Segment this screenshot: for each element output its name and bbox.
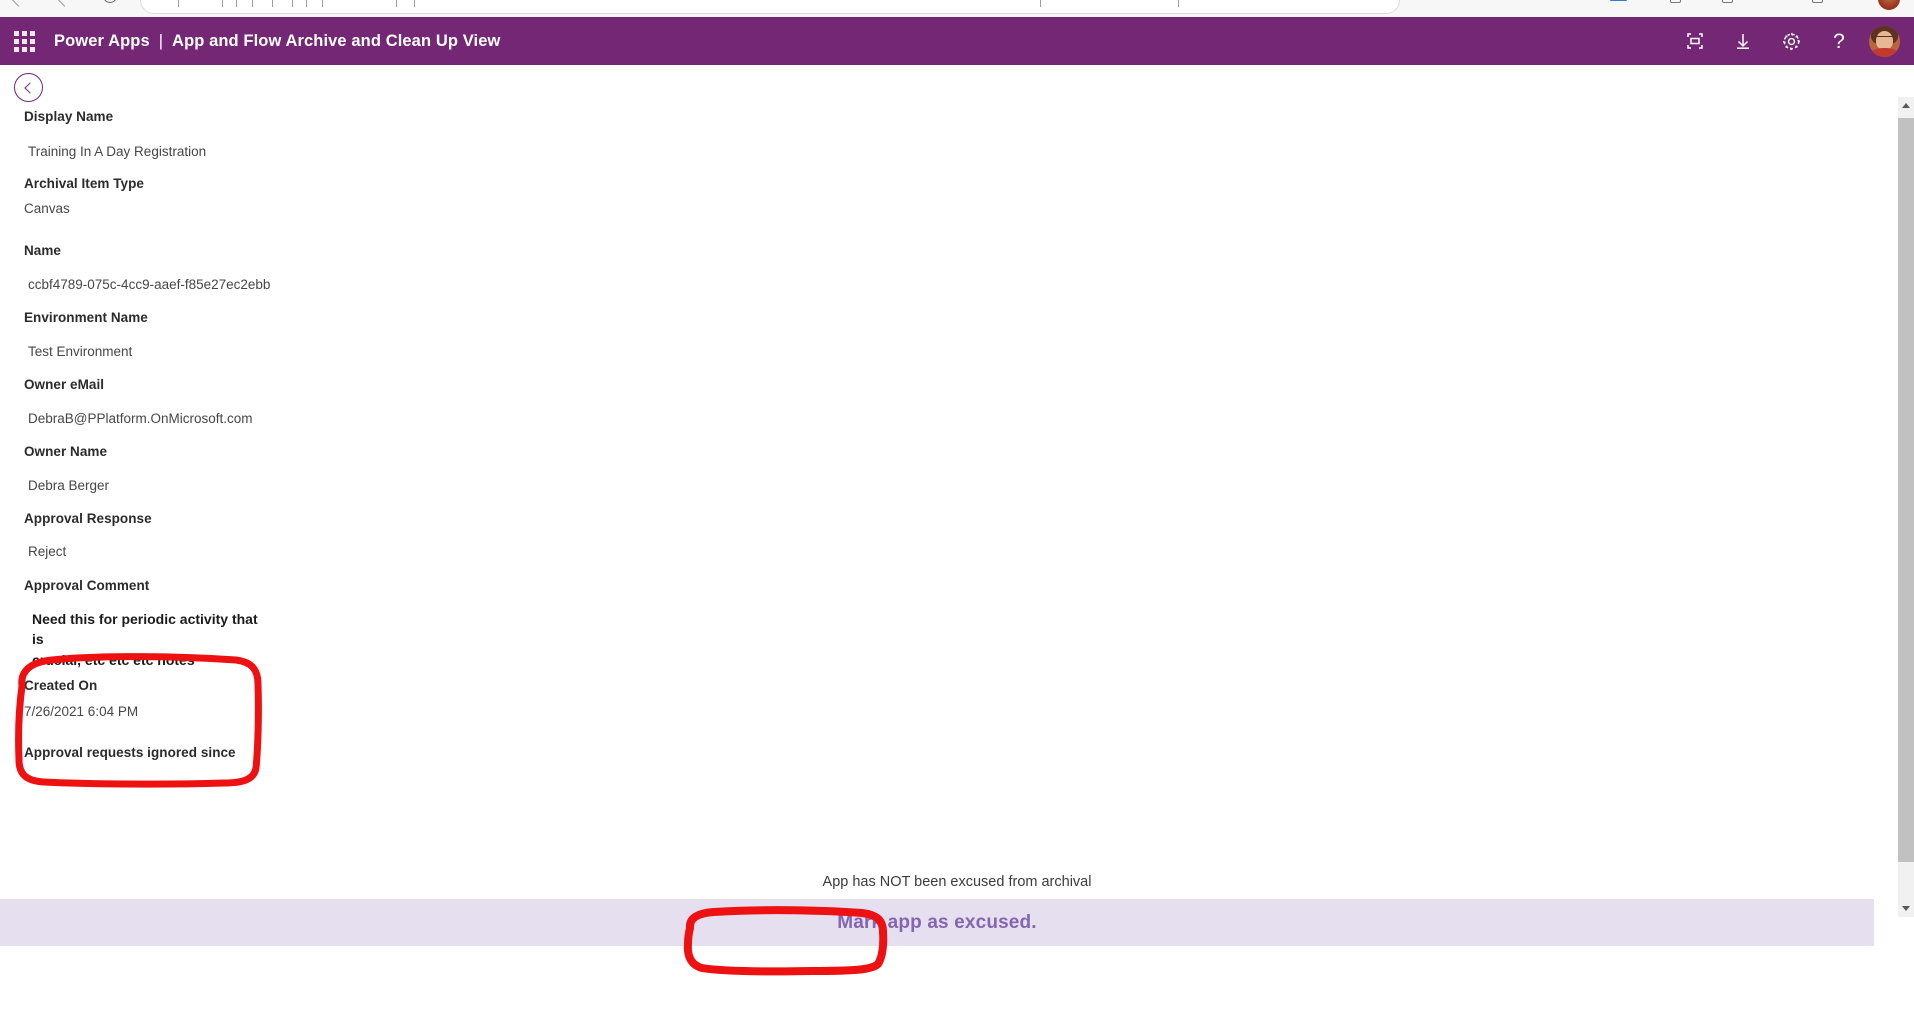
- action-band: Mark app as excused.: [0, 899, 1874, 946]
- fit-to-screen-icon[interactable]: [1671, 17, 1719, 65]
- field-value: DebraB@PPlatform.OnMicrosoft.com: [28, 411, 253, 426]
- header-actions: ?: [1671, 17, 1914, 65]
- field-value: Debra Berger: [28, 478, 110, 493]
- field-owner-email: Owner eMail DebraB@PPlatform.OnMicrosoft…: [0, 377, 253, 429]
- field-value: Canvas: [24, 201, 70, 216]
- field-value: Reject: [28, 544, 67, 559]
- field-approval-comment: Approval Comment Need this for periodic …: [0, 578, 262, 670]
- field-name: Name ccbf4789-075c-4cc9-aaef-f85e27ec2eb…: [0, 243, 270, 295]
- scroll-up-arrow-icon[interactable]: [1898, 97, 1914, 114]
- mark-app-as-excused-button[interactable]: Mark app as excused.: [819, 908, 1054, 938]
- field-label: Approval Comment: [24, 578, 150, 593]
- field-owner-name: Owner Name Debra Berger: [0, 444, 109, 496]
- browser-toolbar-icon[interactable]: [1670, 0, 1681, 3]
- brand-area: Power Apps | App and Flow Archive and Cl…: [54, 32, 500, 51]
- brand-separator: |: [158, 31, 164, 50]
- browser-back-icon[interactable]: [9, 0, 28, 7]
- field-label: Created On: [24, 678, 98, 693]
- archival-status-text: App has NOT been excused from archival: [822, 874, 1092, 890]
- field-label: Owner Name: [24, 444, 108, 459]
- scrollbar-thumb[interactable]: [1898, 118, 1914, 862]
- help-icon[interactable]: ?: [1815, 17, 1863, 65]
- browser-chrome-sliver: [0, 0, 1914, 17]
- app-screen: Power Apps | App and Flow Archive and Cl…: [0, 0, 1914, 1018]
- field-environment-name: Environment Name Test Environment: [0, 310, 148, 362]
- field-archival-item-type: Archival Item Type Canvas: [0, 176, 144, 219]
- help-icon-glyph: ?: [1833, 29, 1845, 53]
- scroll-down-arrow-icon[interactable]: [1898, 900, 1914, 917]
- field-value: 7/26/2021 6:04 PM: [24, 704, 139, 719]
- app-launcher-waffle-icon[interactable]: [10, 27, 38, 55]
- field-label: Name: [24, 243, 61, 258]
- browser-address-bar[interactable]: [140, 0, 1400, 14]
- browser-toolbar-icon[interactable]: [1722, 0, 1733, 3]
- browser-extension-icon[interactable]: [1610, 0, 1627, 1]
- app-canvas: Display Name Training In A Day Registrat…: [0, 65, 1914, 942]
- field-value: ccbf4789-075c-4cc9-aaef-f85e27ec2ebb: [28, 277, 271, 292]
- field-label: Archival Item Type: [24, 176, 144, 191]
- browser-forward-icon[interactable]: [55, 0, 74, 7]
- field-value: Test Environment: [28, 344, 133, 359]
- browser-profile-avatar[interactable]: [1878, 0, 1900, 10]
- download-icon[interactable]: [1719, 17, 1767, 65]
- page-title: App and Flow Archive and Clean Up View: [172, 31, 501, 50]
- field-approval-response: Approval Response Reject: [0, 511, 152, 562]
- field-label: Owner eMail: [24, 377, 105, 392]
- field-value: Training In A Day Registration: [28, 144, 207, 159]
- field-created-on: Created On 7/26/2021 6:04 PM: [0, 678, 138, 722]
- app-header: Power Apps | App and Flow Archive and Cl…: [0, 17, 1914, 65]
- field-label: Approval requests ignored since: [24, 745, 236, 760]
- settings-gear-icon[interactable]: [1767, 17, 1815, 65]
- field-display-name: Display Name Training In A Day Registrat…: [0, 109, 206, 162]
- field-label: Display Name: [24, 109, 114, 124]
- field-label: Environment Name: [24, 310, 148, 325]
- vertical-scrollbar[interactable]: [1898, 97, 1914, 917]
- browser-toolbar-icon[interactable]: [1812, 0, 1823, 3]
- brand-name: Power Apps: [54, 31, 150, 50]
- field-approval-requests-ignored-since: Approval requests ignored since: [0, 745, 236, 768]
- browser-reload-icon[interactable]: [103, 0, 117, 3]
- back-button[interactable]: [14, 73, 43, 102]
- field-label: Approval Response: [24, 511, 152, 526]
- field-value: Need this for periodic activity that is …: [32, 611, 258, 668]
- avatar[interactable]: [1869, 25, 1900, 57]
- chevron-left-icon: [24, 81, 36, 94]
